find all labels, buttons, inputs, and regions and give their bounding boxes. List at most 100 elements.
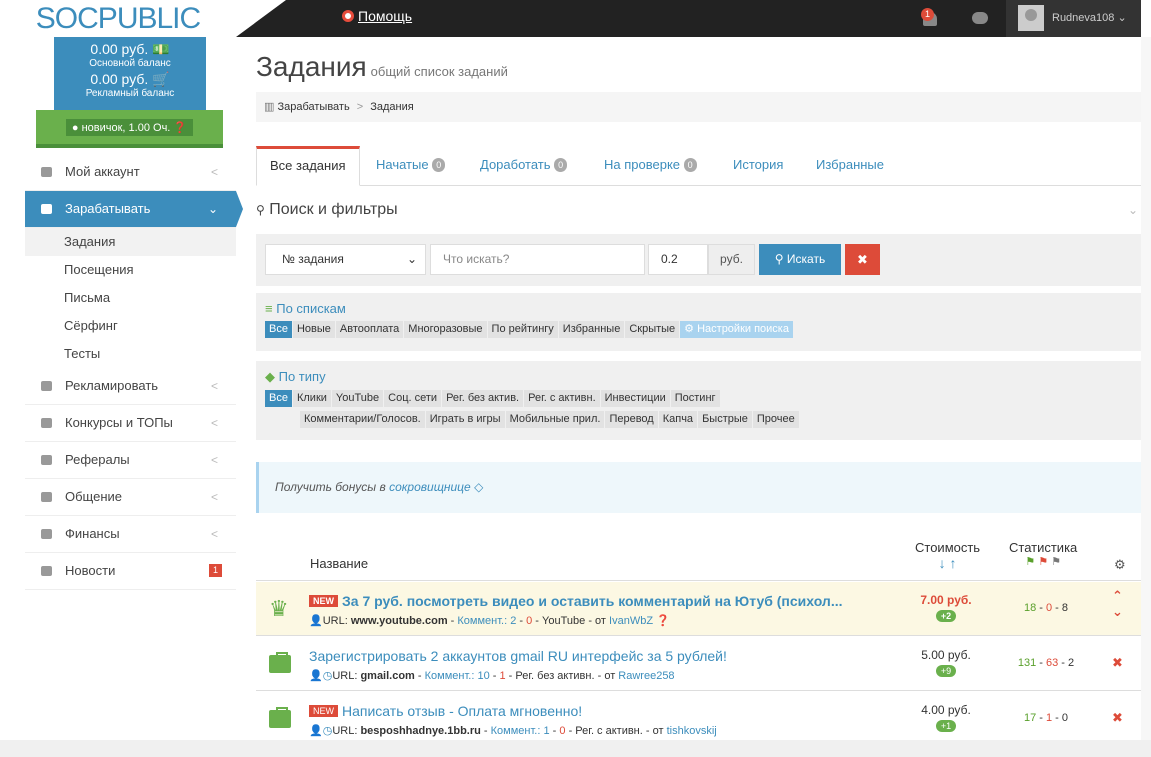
type-tag[interactable]: Соц. сети <box>384 390 442 407</box>
type-tag[interactable]: Играть в игры <box>425 411 505 428</box>
list-tag[interactable]: Многоразовые <box>404 321 487 338</box>
gears-icon[interactable]: ⚙ <box>1114 557 1126 573</box>
task-title[interactable]: Зарегистрировать 2 аккаунтов gmail RU ин… <box>309 648 889 664</box>
type-tag[interactable]: Капча <box>658 411 698 428</box>
hide-task-close-icon[interactable]: ✖ <box>1112 710 1123 726</box>
treasury-link[interactable]: сокровищнице <box>389 480 471 494</box>
list-tag[interactable]: Автооплата <box>335 321 404 338</box>
sidebar-item-earn[interactable]: Зарабатывать ⌄ <box>25 191 243 228</box>
type-tag[interactable]: Перевод <box>605 411 658 428</box>
sidebar-item-account[interactable]: Мой аккаунт < <box>25 154 236 191</box>
task-tabs: Все задания Начатые 0 Доработать 0 На пр… <box>256 146 1141 186</box>
search-type-select[interactable]: № задания ⌄ <box>265 244 426 275</box>
task-author[interactable]: IvanWbZ <box>609 615 653 627</box>
search-settings-button[interactable]: ⚙ Настройки поиска <box>680 321 793 338</box>
flags-icon: ⚑ ⚑ ⚑ <box>1025 556 1062 568</box>
table-row[interactable]: ♛ NEW За 7 руб. посмотреть видео и остави… <box>256 582 1141 636</box>
table-row[interactable]: NEW Написать отзыв - Оплата мгновенно! 👤◷… <box>256 692 1141 746</box>
sidebar-item-chat[interactable]: Общение < <box>25 479 236 516</box>
scrollbar[interactable] <box>1141 37 1151 740</box>
sidebar-item-finance[interactable]: Финансы < <box>25 516 236 553</box>
ruble-icon <box>41 529 52 539</box>
sidebar-item-label: Рефералы <box>65 452 130 467</box>
sidebar-item-news[interactable]: Новости 1 <box>25 553 236 590</box>
hide-task-close-icon[interactable]: ✖ <box>1112 655 1123 671</box>
comments-label[interactable]: Коммент.: <box>491 725 541 737</box>
tab-rework[interactable]: Доработать 0 <box>480 146 568 186</box>
sidebar-item-contests[interactable]: Конкурсы и ТОПы < <box>25 405 236 442</box>
chevron-up-icon[interactable]: ⌃ <box>1112 588 1123 603</box>
list-tag[interactable]: Все <box>265 321 292 338</box>
tab-all[interactable]: Все задания <box>256 146 360 186</box>
sidebar-item-referrals[interactable]: Рефералы < <box>25 442 236 479</box>
type-tag[interactable]: Мобильные прил. <box>505 411 605 428</box>
table-row[interactable]: Зарегистрировать 2 аккаунтов gmail RU ин… <box>256 637 1141 691</box>
search-panel-header[interactable]: ⚲ Поиск и фильтры ⌄ <box>256 201 1138 219</box>
chevron-down-icon[interactable]: ⌄ <box>1128 203 1138 217</box>
task-title[interactable]: NEW Написать отзыв - Оплата мгновенно! <box>309 703 889 719</box>
news-badge: 1 <box>208 564 222 577</box>
chevron-left-icon: < <box>210 527 218 541</box>
tab-started[interactable]: Начатые 0 <box>376 146 446 186</box>
chevron-down-icon[interactable]: ⌄ <box>1112 604 1123 619</box>
sort-arrows-icon[interactable]: ↓ ↑ <box>915 555 980 571</box>
type-tag[interactable]: Постинг <box>670 390 720 407</box>
chevron-left-icon: < <box>210 416 218 430</box>
type-tag[interactable]: Рег. с активн. <box>524 390 600 407</box>
logo[interactable]: SOCPUBLIC <box>0 0 236 37</box>
type-tag[interactable]: Клики <box>292 390 331 407</box>
list-tag[interactable]: Избранные <box>558 321 625 338</box>
tab-history[interactable]: История <box>733 146 783 186</box>
sidebar-item-advertise[interactable]: Рекламировать < <box>25 368 236 405</box>
rank-box[interactable]: ● новичок, 1.00 Оч. ❓ <box>36 110 223 148</box>
list-tag[interactable]: По рейтингу <box>487 321 558 338</box>
list-tag[interactable]: Скрытые <box>625 321 680 338</box>
task-type: Рег. без активн. <box>515 670 595 682</box>
type-tag[interactable]: Все <box>265 390 292 407</box>
page-title-text: Задания <box>256 51 367 82</box>
sidebar-subitem-tasks[interactable]: Задания <box>25 228 236 256</box>
task-author[interactable]: Rawree258 <box>618 670 674 682</box>
notifications-bell-icon[interactable]: 1 <box>921 8 939 28</box>
help-link[interactable]: Помощь <box>342 8 412 24</box>
type-tag[interactable]: Инвестиции <box>600 390 670 407</box>
stat-approved: 131 <box>1017 657 1037 669</box>
comments-negative: 0 <box>559 725 566 737</box>
col-name: Название <box>310 556 369 571</box>
stat-rejected: 63 <box>1045 657 1059 669</box>
type-tag[interactable]: Быстрые <box>698 411 752 428</box>
gears-icon: ⚙ <box>684 323 698 335</box>
type-tag[interactable]: Рег. без актив. <box>442 390 524 407</box>
task-author[interactable]: tishkovskij <box>667 725 717 737</box>
sidebar-subitem-visits[interactable]: Посещения <box>25 256 236 284</box>
sidebar-subitem-surfing[interactable]: Сёрфинг <box>25 312 236 340</box>
comments-icon <box>41 492 52 502</box>
task-price: 7.00 руб. +2 <box>906 593 986 622</box>
type-tag[interactable]: Комментарии/Голосов. <box>300 411 425 428</box>
type-tag[interactable]: YouTube <box>331 390 384 407</box>
breadcrumb-earn[interactable]: Зарабатывать <box>277 101 349 113</box>
sidebar-item-label: Конкурсы и ТОПы <box>65 415 173 430</box>
comments-label[interactable]: Коммент.: <box>425 670 475 682</box>
table-header: Название Стоимость ↓ ↑ Статистика ⚑ ⚑ ⚑ ⚙ <box>256 535 1141 581</box>
search-button[interactable]: ⚲ Искать <box>759 244 841 275</box>
sidebar-item-label: Финансы <box>65 526 120 541</box>
comments-label[interactable]: Коммент.: <box>457 615 507 627</box>
tab-review[interactable]: На проверке 0 <box>604 146 697 186</box>
task-type: Рег. с активн. <box>575 725 643 737</box>
search-input[interactable]: Что искать? <box>430 244 645 275</box>
question-icon: ❓ <box>656 615 670 627</box>
sidebar-subitem-tests[interactable]: Тесты <box>25 340 236 368</box>
briefcase-icon <box>269 707 291 728</box>
user-menu[interactable]: Rudneva108 ⌄ <box>1006 0 1141 37</box>
type-tag[interactable]: Прочее <box>752 411 799 428</box>
messages-icon[interactable] <box>972 12 988 24</box>
clear-button[interactable]: ✖ <box>845 244 880 275</box>
price-input[interactable]: 0.2 <box>648 244 708 275</box>
tab-favorites[interactable]: Избранные <box>816 146 884 186</box>
from-label: от <box>604 670 616 682</box>
list-tag[interactable]: Новые <box>292 321 335 338</box>
sidebar-subitem-letters[interactable]: Письма <box>25 284 236 312</box>
comments-negative: 0 <box>526 615 533 627</box>
task-title[interactable]: NEW За 7 руб. посмотреть видео и оставить… <box>309 593 889 609</box>
